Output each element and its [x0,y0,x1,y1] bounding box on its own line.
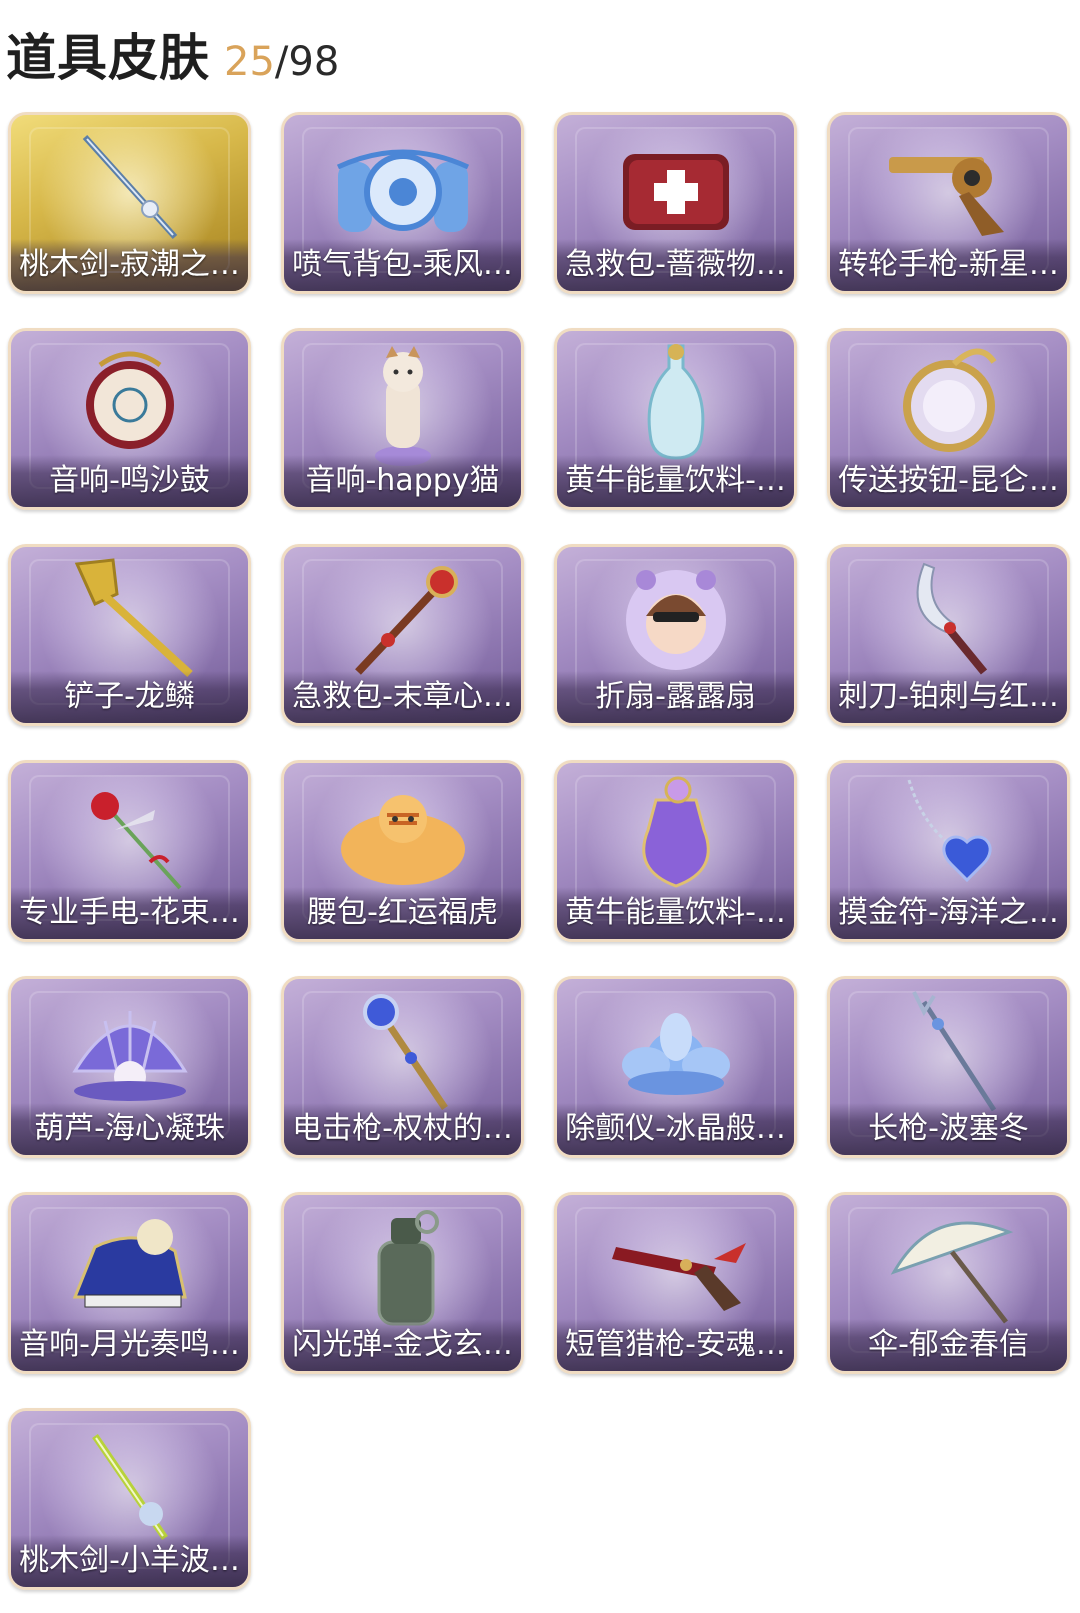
skin-name: 黄牛能量饮料-… [557,887,794,939]
skin-name: 音响-月光奏鸣… [11,1319,248,1371]
fan-character-icon [557,553,794,685]
tiger-pouch-icon [284,769,521,901]
skin-card[interactable]: 铲子-龙鳞 [8,544,251,726]
shovel-icon [11,553,248,685]
medkit-icon [557,121,794,253]
revolver-icon [830,121,1067,253]
skin-name: 葫芦-海心凝珠 [11,1103,248,1155]
shell-icon [11,985,248,1117]
collection-count: 25/98 [224,39,339,85]
skin-card[interactable]: 音响-鸣沙鼓 [8,328,251,510]
rose-icon [11,769,248,901]
skin-card[interactable]: 黄牛能量饮料-… [554,760,797,942]
skin-name: 传送按钮-昆仑… [830,455,1067,507]
skin-card[interactable]: 专业手电-花束… [8,760,251,942]
skin-name: 闪光弹-金戈玄… [284,1319,521,1371]
grenade-icon [284,1201,521,1333]
skin-name: 刺刀-铂刺与红… [830,671,1067,723]
skin-name: 急救包-末章心… [284,671,521,723]
lotus-icon [557,985,794,1117]
skin-card[interactable]: 长枪-波塞冬 [827,976,1070,1158]
skin-card[interactable]: 摸金符-海洋之… [827,760,1070,942]
skin-card[interactable]: 急救包-末章心… [281,544,524,726]
skin-name: 喷气背包-乘风… [284,239,521,291]
skin-name: 长枪-波塞冬 [830,1103,1067,1155]
skin-name: 除颤仪-冰晶般… [557,1103,794,1155]
skin-grid: 桃木剑-寂潮之… 喷气背包-乘风… 急救包-蔷薇物… 转轮手枪-新星… 音响-鸣沙鼓 音响… [8,112,1072,1590]
skin-card[interactable]: 急救包-蔷薇物… [554,112,797,294]
bottle-icon [557,337,794,469]
shotgun-icon [557,1201,794,1333]
skin-name: 桃木剑-寂潮之… [11,239,248,291]
heart-pendant-icon [830,769,1067,901]
skin-name: 专业手电-花束… [11,887,248,939]
scepter-icon [284,553,521,685]
skin-name: 音响-happy猫 [284,455,521,507]
skin-card[interactable]: 电击枪-权杖的… [281,976,524,1158]
skin-card[interactable]: 腰包-红运福虎 [281,760,524,942]
page-title: 道具皮肤 [6,29,210,87]
skin-name: 短管猎枪-安魂… [557,1319,794,1371]
piano-icon [11,1201,248,1333]
skin-name: 伞-郁金春信 [830,1319,1067,1371]
skin-name: 音响-鸣沙鼓 [11,455,248,507]
skin-name: 黄牛能量饮料-… [557,455,794,507]
skin-name: 铲子-龙鳞 [11,671,248,723]
skin-card[interactable]: 除颤仪-冰晶般… [554,976,797,1158]
skin-name: 桃木剑-小羊波… [11,1535,248,1587]
trident-icon [830,985,1067,1117]
skin-card[interactable]: 短管猎枪-安魂… [554,1192,797,1374]
skin-name: 腰包-红运福虎 [284,887,521,939]
skin-card[interactable]: 刺刀-铂刺与红… [827,544,1070,726]
skin-card[interactable]: 音响-happy猫 [281,328,524,510]
total-count: /98 [274,39,340,85]
staff-icon [284,985,521,1117]
drum-icon [11,337,248,469]
skin-card[interactable]: 桃木剑-小羊波… [8,1408,251,1590]
skin-card[interactable]: 喷气背包-乘风… [281,112,524,294]
skin-name: 摸金符-海洋之… [830,887,1067,939]
umbrella-icon [830,1201,1067,1333]
ring-icon [830,337,1067,469]
skin-card[interactable]: 桃木剑-寂潮之… [8,112,251,294]
green-sword-icon [11,1417,248,1549]
sword-icon [11,121,248,253]
skin-card[interactable]: 葫芦-海心凝珠 [8,976,251,1158]
skin-name: 转轮手枪-新星… [830,239,1067,291]
owned-count: 25 [224,39,275,85]
skin-card[interactable]: 伞-郁金春信 [827,1192,1070,1374]
blade-icon [830,553,1067,685]
cat-figure-icon [284,337,521,469]
potion-icon [557,769,794,901]
skin-card[interactable]: 折扇-露露扇 [554,544,797,726]
skin-name: 折扇-露露扇 [557,671,794,723]
skin-card[interactable]: 传送按钮-昆仑… [827,328,1070,510]
jetpack-icon [284,121,521,253]
skin-card[interactable]: 转轮手枪-新星… [827,112,1070,294]
skin-card[interactable]: 黄牛能量饮料-… [554,328,797,510]
skin-name: 急救包-蔷薇物… [557,239,794,291]
skin-name: 电击枪-权杖的… [284,1103,521,1155]
page-header: 道具皮肤 25/98 [6,18,339,88]
skin-card[interactable]: 音响-月光奏鸣… [8,1192,251,1374]
skin-card[interactable]: 闪光弹-金戈玄… [281,1192,524,1374]
